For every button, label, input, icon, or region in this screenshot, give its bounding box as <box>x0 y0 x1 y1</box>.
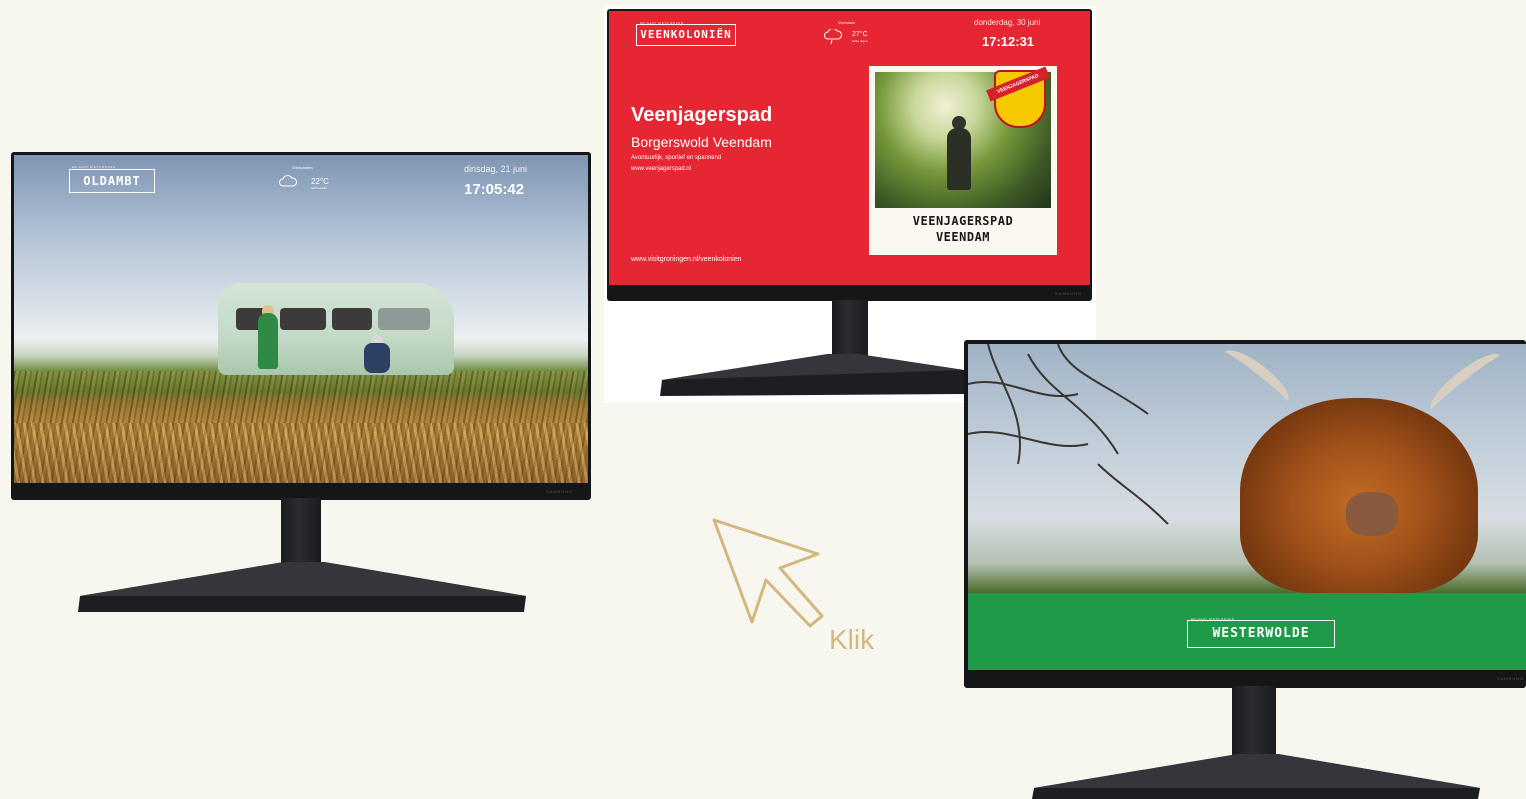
van-windshield <box>378 308 430 330</box>
person-woman <box>258 313 278 369</box>
card-title-line1: VEENJAGERSPAD <box>912 214 1014 228</box>
van-window <box>332 308 372 330</box>
sky-branches-image <box>968 344 1526 593</box>
monitor-stand-foot <box>1032 754 1480 799</box>
weather-location: Veendam <box>838 20 855 25</box>
cow-snout <box>1346 492 1398 536</box>
display-clock: 17:12:31 <box>982 34 1035 49</box>
slide-website: www.veenjagerspad.nl <box>631 166 692 172</box>
display-clock: 17:05:42 <box>464 181 525 198</box>
weather-temperature: 22°C <box>311 177 329 186</box>
slide-subtitle: Borgerswold Veendam <box>631 134 772 150</box>
monitor-brand: SAMSUNG <box>546 489 574 494</box>
green-banner: ER GAAT NIETS BOVEN WESTERWOLDE <box>968 593 1526 670</box>
signage-screen: ER GAAT NIETS BOVEN VEENKOLONIËN Veendam… <box>609 11 1090 285</box>
person-man <box>364 343 390 373</box>
display-date: donderdag, 30 juni <box>974 18 1041 27</box>
display-date: dinsdag, 21 juni <box>464 164 528 174</box>
monitor-brand: SAMSUNG <box>1055 291 1083 296</box>
weather-description: lichte regen <box>852 39 868 43</box>
signage-screen: ER GAAT NIETS BOVEN OLDAMBT Winschoten 2… <box>14 155 588 483</box>
monitor-brand: SAMSUNG <box>1497 676 1525 681</box>
cursor-arrow-icon <box>712 518 824 628</box>
cow-horn-right <box>1423 345 1509 421</box>
monitor-stand-foot <box>660 354 964 396</box>
van-window <box>280 308 326 330</box>
click-label: Klik <box>829 624 875 655</box>
weather-description: half bewolkt <box>311 186 327 190</box>
signage-screen: ER GAAT NIETS BOVEN WESTERWOLDE <box>968 344 1526 670</box>
cow-horn-left <box>1216 344 1296 412</box>
cloud-icon <box>279 175 297 187</box>
weather-location: Winschoten <box>292 165 313 170</box>
region-logo-westerwolde: WESTERWOLDE <box>1187 620 1335 648</box>
wheat-foreground <box>14 423 588 483</box>
monitor-stand-neck <box>281 498 321 564</box>
rain-cloud-icon <box>824 29 842 45</box>
hiker-figure <box>947 128 971 190</box>
monitor-stand-neck <box>1232 686 1276 756</box>
poster-card: VEENJAGERSPAD VEENJAGERSPAD VEENDAM <box>869 66 1057 255</box>
slide-title: Veenjagerspad <box>631 104 773 126</box>
weather-temperature: 27°C <box>852 31 868 38</box>
card-title-line2: VEENDAM <box>935 230 991 244</box>
region-logo-oldambt: OLDAMBT <box>69 169 155 193</box>
tree-branches <box>968 344 1169 525</box>
slide-tagline: Avontuurlijk, sportief en spannend <box>631 155 722 161</box>
slide-footer-url: www.visitgroningen.nl/veenkolonien <box>631 256 742 263</box>
monitor-stand-foot <box>78 562 526 612</box>
region-logo-veenkolonien: VEENKOLONIËN <box>636 24 736 46</box>
